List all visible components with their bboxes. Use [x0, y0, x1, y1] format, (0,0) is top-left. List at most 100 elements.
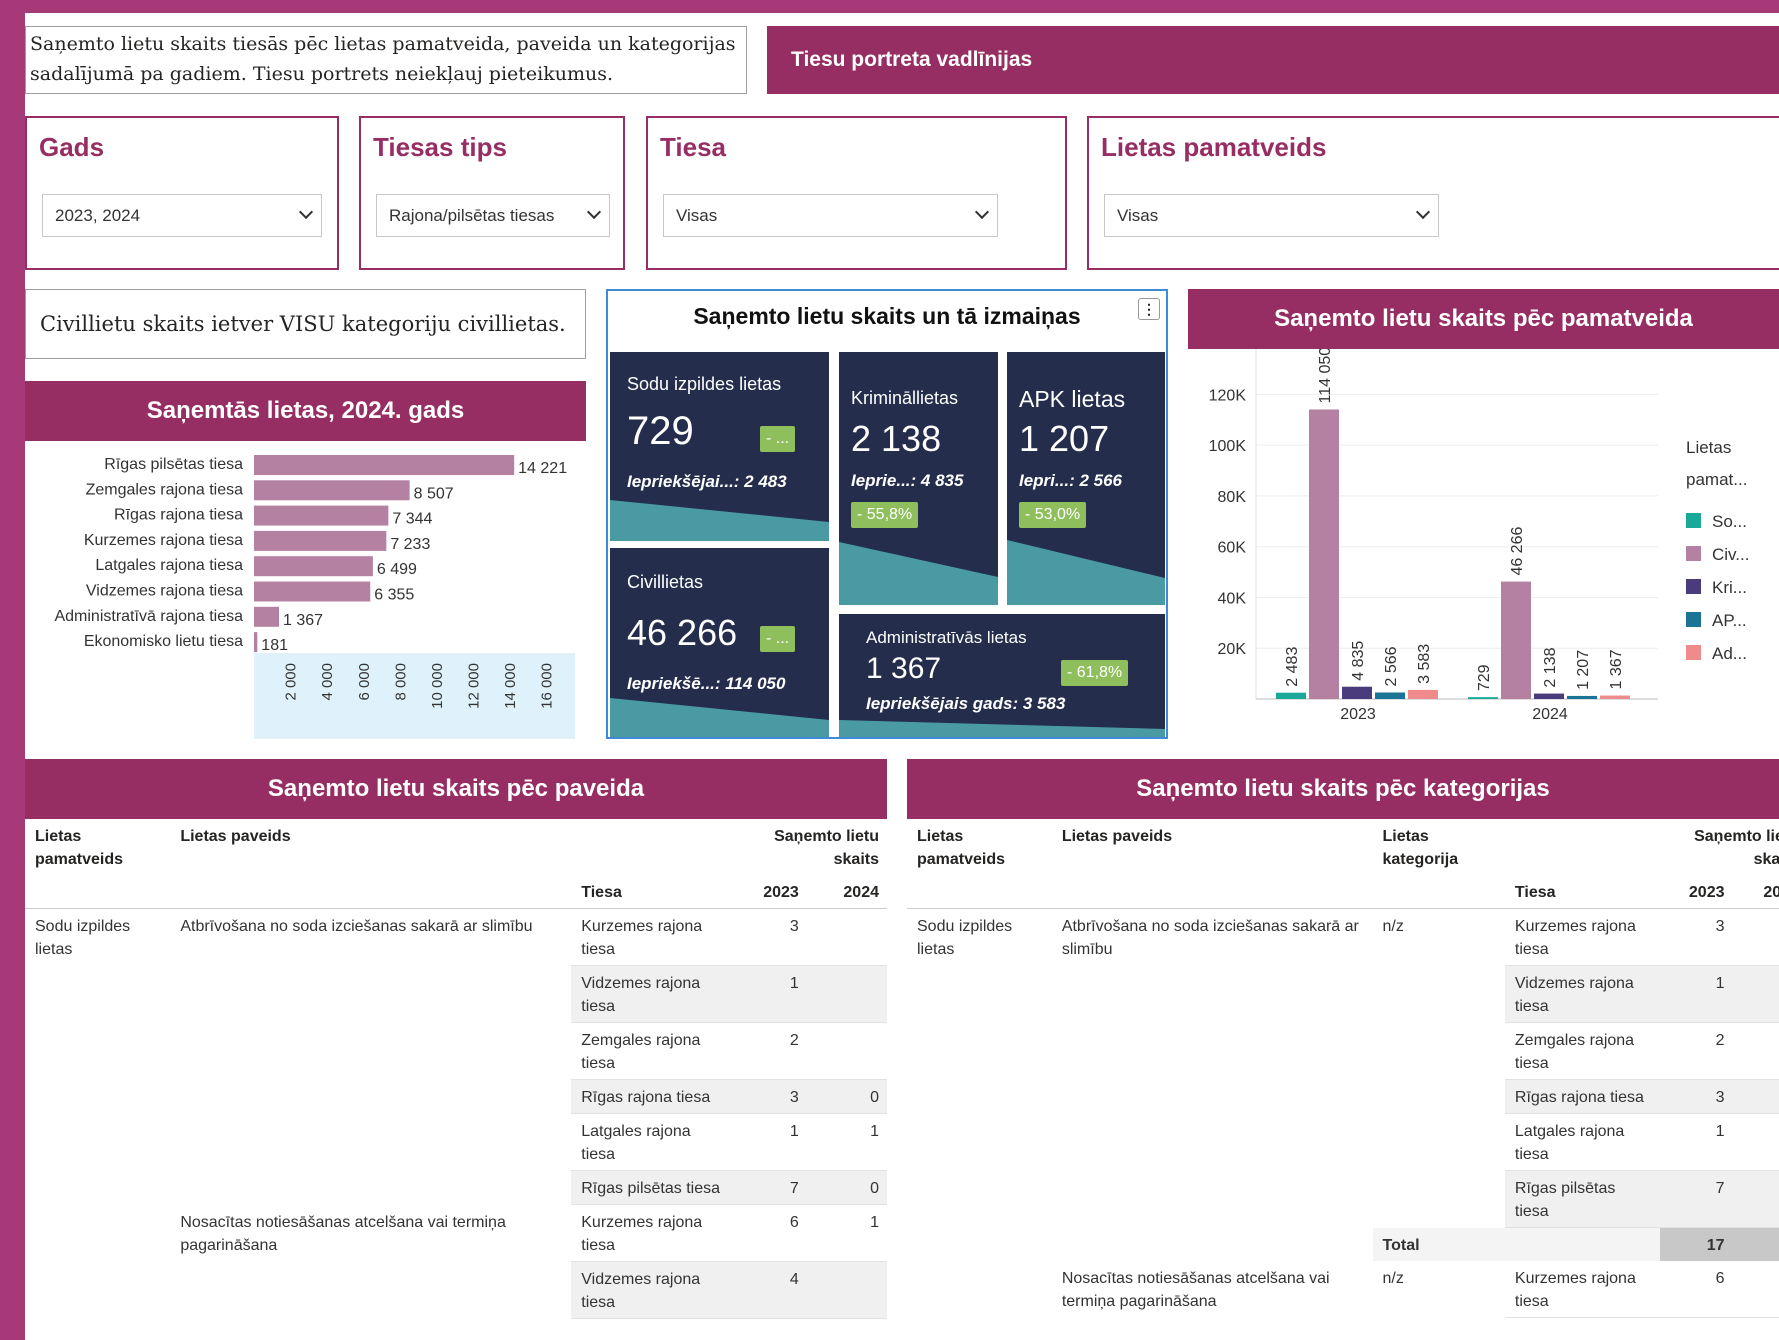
category-label: Zemgales rajona tiesa — [86, 481, 244, 498]
legend-swatch — [1686, 612, 1701, 627]
legend-swatch — [1686, 645, 1701, 660]
bar — [1309, 409, 1339, 699]
category-label: Vidzemes rajona tiesa — [86, 583, 243, 600]
court-type-dropdown[interactable]: Rajona/pilsētas tiesas — [376, 194, 610, 237]
data-label: 4 835 — [1350, 641, 1367, 681]
kpi-title: Saņemto lietu skaits un tā izmaiņas — [693, 303, 1081, 329]
y-tick-label: 60K — [1218, 540, 1247, 557]
kpi-card-krim: Krimināllietas 2 138 Ieprie...: 4 835 - … — [839, 352, 998, 605]
x-tick-label: 12 000 — [466, 663, 483, 709]
guidelines-button[interactable]: Tiesu portreta vadlīnijas — [767, 26, 1779, 94]
value-cell: 7 — [731, 1170, 807, 1205]
value-cell: 3 — [731, 1079, 807, 1114]
value-cell — [1732, 1022, 1779, 1080]
year-slicer-title: Gads — [39, 132, 105, 162]
value-cell: 0 — [1732, 1079, 1779, 1114]
intro-text: Saņemto lietu skaits tiesās pēc lietas p… — [25, 26, 747, 94]
case-type-slicer-title: Lietas pamatveids — [1101, 132, 1327, 162]
card-previous: Iepriekšējais gads: 3 583 — [866, 694, 1066, 713]
court-dropdown-value: Visas — [676, 205, 718, 225]
value-cell: 1 — [806, 1204, 887, 1262]
bar — [1276, 692, 1306, 699]
value-cell: 7 — [1660, 1170, 1733, 1228]
value-cell: 6 — [731, 1204, 807, 1262]
table-by-paveids: Lietas pamatveids Lietas paveids Saņemto l… — [25, 819, 887, 1319]
chevron-down-icon — [974, 204, 990, 220]
bar — [1600, 695, 1630, 699]
civil-cases-note: Civillietu skaits ietver VISU kategoriju… — [25, 289, 586, 359]
value-cell: 1 — [1660, 1113, 1733, 1171]
card-value: 2 138 — [851, 418, 942, 459]
table-row: Nosacītas notiesāšanas atcelšana vai ter… — [907, 1261, 1779, 1318]
value-label: 1 367 — [283, 612, 323, 629]
column-header: Lietas pamatveids — [35, 828, 124, 868]
bar — [254, 530, 387, 551]
legend-swatch — [1686, 513, 1701, 528]
legend-title: Lietas — [1686, 438, 1731, 457]
table-by-kategorija-title: Saņemto lietu skaits pēc kategorijas — [907, 759, 1779, 819]
x-tick-label: 10 000 — [429, 663, 446, 709]
card-previous: Iepriekšē...: 114 050 — [627, 674, 786, 693]
x-tick-label: 2023 — [1340, 706, 1376, 723]
legend-swatch — [1686, 579, 1701, 594]
card-value: 1 207 — [1019, 418, 1110, 459]
legend-label: Civ... — [1712, 545, 1749, 564]
value-cell: 4 — [731, 1261, 807, 1319]
paveids-cell: Atbrīvošana no soda izciešanas sakarā ar… — [170, 908, 572, 1205]
value-label: 7 233 — [390, 536, 430, 553]
pamatveids-cell: Sodu izpildes lietas — [25, 908, 171, 1205]
value-cell — [1732, 965, 1779, 1023]
card-label: Civillietas — [627, 572, 704, 592]
axis-band — [254, 653, 575, 739]
paveids-cell: Nosacītas notiesāšanas atcelšana vai ter… — [1061, 1270, 1330, 1310]
category-label: Ekonomisko lietu tiesa — [84, 633, 243, 650]
table-row: Sodu izpildes lietas Atbrīvošana no soda … — [25, 908, 887, 1205]
value-cell — [806, 1022, 887, 1080]
x-tick-label: 8 000 — [392, 663, 409, 701]
court-cell: Kurzemes rajona tiesa — [571, 1204, 732, 1262]
category-label: Kurzemes rajona tiesa — [84, 532, 243, 549]
y-tick-label: 40K — [1218, 590, 1247, 607]
bar — [254, 556, 373, 577]
x-tick-label: 6 000 — [356, 663, 373, 701]
value-cell — [806, 965, 887, 1023]
column-header: Saņemto lietu skaits — [1694, 828, 1779, 868]
data-label: 729 — [1476, 664, 1493, 691]
case-type-dropdown[interactable]: Visas — [1104, 194, 1439, 237]
court-dropdown[interactable]: Visas — [663, 194, 998, 237]
court-cell: Vidzemes rajona tiesa — [1504, 965, 1661, 1023]
bar — [254, 505, 389, 526]
column-header: 2023 — [731, 875, 807, 909]
pamatveids-cell — [907, 1261, 1052, 1318]
bar — [1375, 692, 1405, 699]
court-cell: Vidzemes rajona tiesa — [571, 1261, 732, 1319]
court-type-slicer: Tiesas tips Rajona/pilsētas tiesas — [359, 116, 625, 270]
legend-label: Ad... — [1712, 644, 1747, 663]
data-label: 46 266 — [1509, 527, 1526, 576]
x-tick-label: 16 000 — [539, 663, 556, 709]
category-label: Latgales rajona tiesa — [95, 557, 243, 574]
column-header: Lietas kategorija — [1382, 828, 1459, 868]
court-cell: Rīgas rajona tiesa — [1504, 1079, 1661, 1114]
kpi-card-sodu: Sodu izpildes lietas 729 - ... Iepriekšē… — [610, 352, 829, 541]
value-cell: 1 — [1660, 965, 1733, 1023]
year-dropdown[interactable]: 2023, 2024 — [42, 194, 322, 237]
card-label: Krimināllietas — [851, 388, 959, 408]
more-options-icon[interactable]: ⋮ — [1138, 298, 1160, 320]
received-2024-title: Saņemtās lietas, 2024. gads — [25, 381, 586, 441]
total-value: 1 — [1732, 1227, 1779, 1261]
value-cell: 6 — [1660, 1261, 1733, 1318]
change-badge: - 53,0% — [1019, 502, 1087, 528]
value-cell: 3 — [1660, 1079, 1733, 1114]
court-cell: Kurzemes rajona tiesa — [1504, 908, 1661, 966]
value-cell — [806, 1261, 887, 1319]
bar — [254, 632, 258, 653]
card-value: 46 266 — [627, 612, 738, 653]
change-badge: - 61,8% — [1061, 660, 1129, 686]
value-cell: 3 — [731, 908, 807, 966]
value-cell: 1 — [1732, 1261, 1779, 1318]
legend-label: AP... — [1712, 611, 1747, 630]
chevron-down-icon — [298, 204, 314, 220]
data-label: 114 050 — [1317, 349, 1334, 403]
legend-title: pamat... — [1686, 470, 1747, 489]
